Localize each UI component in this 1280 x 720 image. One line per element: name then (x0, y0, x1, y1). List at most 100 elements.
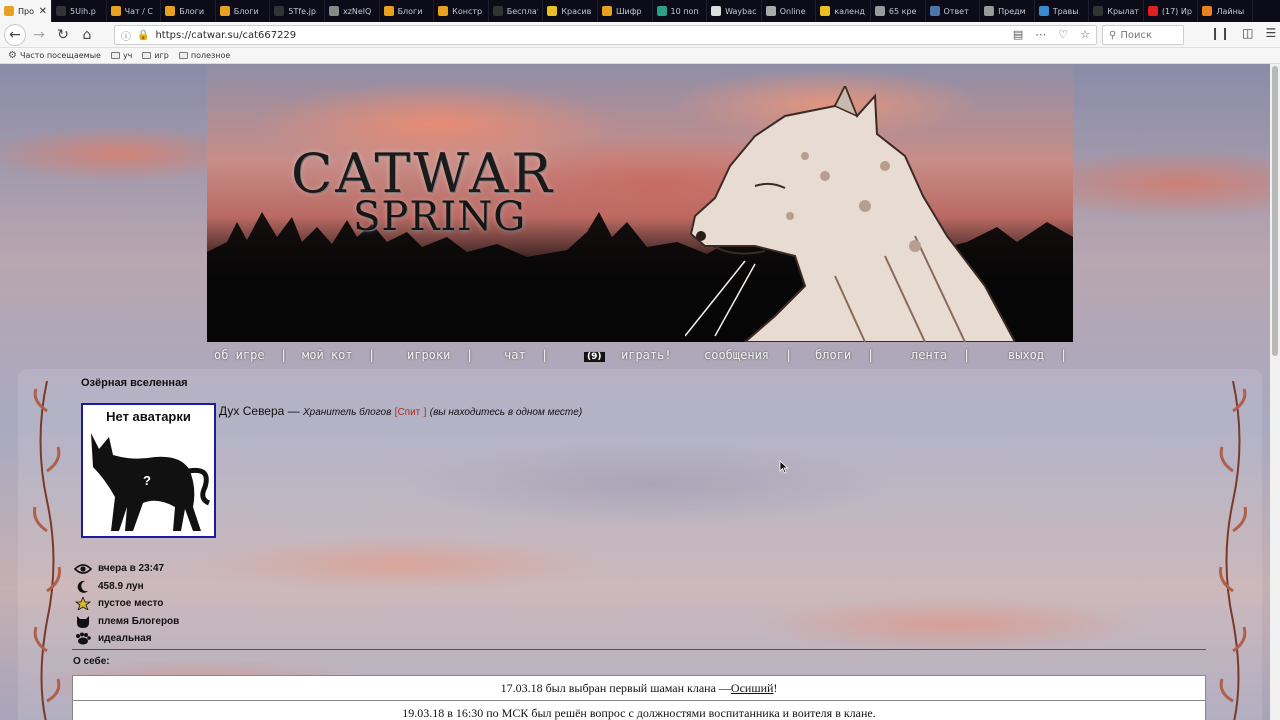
favicon-icon (656, 6, 667, 16)
home-button[interactable]: ⌂ (76, 24, 98, 46)
menu-blogs[interactable]: блоги (815, 348, 851, 362)
favicon-icon (820, 6, 831, 16)
bookmark-star-icon[interactable]: ☆ (1080, 28, 1090, 41)
tab-label: 5Uih.p (70, 6, 96, 16)
forward-button[interactable]: → (28, 24, 50, 46)
browser-tab[interactable]: (17) Ир (1144, 0, 1199, 22)
menu-feed[interactable]: лента (911, 348, 947, 362)
menu-separator: | (867, 348, 875, 362)
menu-about[interactable]: об игре (214, 348, 265, 362)
browser-tab[interactable]: Waybac (707, 0, 762, 22)
play-notification-badge[interactable]: (9) (583, 351, 606, 363)
browser-tab[interactable]: 65 кре (871, 0, 926, 22)
browser-tab[interactable]: Шифр (598, 0, 653, 22)
browser-tab[interactable]: 10 поп (653, 0, 708, 22)
favicon-icon (929, 6, 940, 16)
tab-label: 10 поп (670, 6, 699, 16)
menu-chat[interactable]: чат (504, 348, 526, 362)
browser-tab[interactable]: Ответ (926, 0, 981, 22)
url-text[interactable]: https://catwar.su/cat667229 (155, 30, 296, 41)
tab-label: Ответ (943, 6, 969, 16)
arrow-right-icon: → (33, 26, 45, 43)
scrollbar-thumb[interactable] (1272, 66, 1278, 356)
news-suffix: ! (773, 680, 778, 695)
cat-illustration (685, 86, 1015, 342)
browser-tab[interactable]: xzNelQ (325, 0, 380, 22)
tab-strip: Про ✕ 5Uih.p Чат / С Блоги Блоги 5Tfe.jp xzNelQ… (0, 0, 1280, 22)
browser-tab[interactable]: Блоги (216, 0, 271, 22)
menu-separator: | (785, 348, 793, 362)
cat-role: Хранитель блогов (303, 407, 392, 418)
news-link[interactable]: Осиший (731, 681, 774, 696)
sidebar-icon[interactable]: ◫ (1242, 26, 1253, 40)
favicon-icon (219, 6, 230, 16)
bookmark-folder-uch[interactable]: уч (110, 51, 132, 60)
site-banner[interactable]: CATWAR SPRING (207, 64, 1073, 342)
folder-icon (178, 52, 188, 59)
browser-tab[interactable]: Предм (980, 0, 1035, 22)
info-icon[interactable]: ⓘ (121, 28, 131, 43)
dash: — (287, 404, 300, 418)
favicon-icon (1093, 6, 1104, 16)
bookmark-most-visited[interactable]: ⚙ Часто посещаемые (8, 50, 101, 61)
menu-logout[interactable]: выход (1008, 348, 1044, 362)
tab-label: Предм (998, 6, 1026, 16)
browser-tab[interactable]: Бесплатны (489, 0, 544, 22)
folder-icon (110, 52, 120, 59)
pocket-icon[interactable]: ♡ (1058, 28, 1068, 41)
bookmark-folder-igr[interactable]: игр (142, 51, 169, 60)
menu-players[interactable]: игроки (407, 348, 450, 362)
browser-tab[interactable]: Online (762, 0, 817, 22)
tab-label: Чат / С (124, 6, 154, 16)
tab-label: 5Tfe.jp (288, 6, 316, 16)
stat-text: племя Блогеров (98, 615, 180, 627)
favicon-icon (165, 6, 176, 16)
favicon-icon (711, 6, 722, 16)
stat-text: пустое место (98, 598, 164, 610)
browser-tab[interactable]: Констр (434, 0, 489, 22)
search-input[interactable]: ⚲ Поиск (1102, 25, 1184, 45)
menu-icon[interactable]: ☰ (1265, 26, 1276, 40)
news-row: 17.03.18 был выбран первый шаман клана —… (72, 675, 1206, 701)
browser-tab[interactable]: Лайны (1198, 0, 1254, 22)
browser-tab[interactable]: Крылат (1089, 0, 1144, 22)
library-icon[interactable]: ❙❙ (1210, 26, 1230, 40)
favicon-icon (984, 6, 995, 16)
menu-play[interactable]: играть! (621, 348, 672, 362)
cat-silhouette-icon: ? (91, 433, 211, 531)
browser-tab[interactable]: 5Tfe.jp (270, 0, 325, 22)
profile-panel: Озёрная вселенная Нет аватарки ? Дух Сев… (18, 369, 1262, 720)
tab-label: Красив (561, 6, 592, 16)
lock-icon[interactable]: 🔒 (137, 30, 149, 41)
browser-tab[interactable]: календ (816, 0, 871, 22)
status-badge: Спит (397, 407, 421, 418)
tab-label: Крылат (1107, 6, 1139, 16)
menu-my-cat[interactable]: мой кот (302, 348, 353, 362)
menu-separator: | (280, 348, 288, 362)
address-bar[interactable]: ⓘ 🔒 https://catwar.su/cat667229 ▤ ⋯ ♡ ☆ (114, 25, 1097, 45)
page-scrollbar[interactable] (1270, 64, 1280, 720)
bookmark-folder-useful[interactable]: полезное (178, 51, 230, 60)
avatar-question-mark: ? (143, 473, 151, 488)
reader-view-icon[interactable]: ▤ (1013, 28, 1023, 41)
browser-tab[interactable]: Про ✕ (0, 0, 52, 22)
browser-tab[interactable]: Чат / С (107, 0, 162, 22)
back-button[interactable]: ← (4, 23, 26, 46)
tab-label: Блоги (179, 6, 205, 16)
tab-label: (17) Ир (1161, 6, 1192, 16)
reload-button[interactable]: ↻ (52, 24, 74, 46)
browser-tab[interactable]: Травы (1035, 0, 1090, 22)
menu-messages[interactable]: сообщения (704, 348, 769, 362)
browser-tab[interactable]: Блоги (161, 0, 216, 22)
browser-tab[interactable]: Блоги (380, 0, 435, 22)
browser-tab[interactable]: 5Uih.p (52, 0, 107, 22)
browser-tab[interactable]: Красив (543, 0, 598, 22)
status-close-bracket: ] (423, 407, 427, 418)
favicon-icon (1147, 6, 1158, 16)
stat-clan: племя Блогеров (74, 613, 179, 631)
stat-rank: пустое место (74, 595, 179, 613)
stat-last-seen: вчера в 23:47 (74, 560, 179, 578)
close-tab-icon[interactable]: ✕ (39, 6, 47, 17)
page-actions-icon[interactable]: ⋯ (1035, 28, 1046, 41)
favicon-icon (874, 6, 885, 16)
